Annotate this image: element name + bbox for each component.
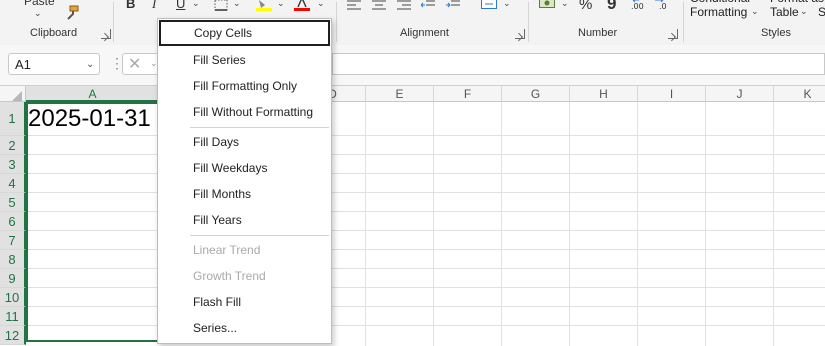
conditional-formatting-button[interactable]: Formatting xyxy=(690,5,747,19)
percent-button[interactable]: % xyxy=(579,0,592,13)
row-header-1[interactable]: 1 xyxy=(0,102,26,136)
select-all-triangle-icon xyxy=(12,91,22,101)
font-color-icon[interactable] xyxy=(294,0,310,14)
row-header-4[interactable]: 4 xyxy=(0,174,26,193)
ribbon-divider xyxy=(683,2,684,42)
column-header-e[interactable]: E xyxy=(366,86,434,102)
menu-item-linear-trend: Linear Trend xyxy=(193,243,261,257)
font-color-chevron-icon[interactable]: ⌄ xyxy=(317,0,325,9)
row-header-6[interactable]: 6 xyxy=(0,212,26,231)
column-header-h[interactable]: H xyxy=(570,86,638,102)
ribbon: Paste ⌄ Clipboard B I U ⌄ ⌄ ⌄ ⌄ ⌄ Alignm… xyxy=(0,0,825,46)
gridline xyxy=(569,102,570,346)
underline-chevron-icon[interactable]: ⌄ xyxy=(192,0,200,9)
menu-item-fill-formatting-only[interactable]: Fill Formatting Only xyxy=(158,73,331,99)
menu-item-copy-cells[interactable]: Copy Cells xyxy=(159,20,330,46)
clipboard-group-label: Clipboard xyxy=(30,27,78,39)
svg-text:.00: .00 xyxy=(631,2,644,10)
clipboard-launcher-icon[interactable] xyxy=(101,29,111,39)
menu-item-fill-series[interactable]: Fill Series xyxy=(158,47,331,73)
column-header-g[interactable]: G xyxy=(502,86,570,102)
cell-a1[interactable]: 2025-01-31 xyxy=(28,102,151,136)
menu-item-fill-without-formatting[interactable]: Fill Without Formatting xyxy=(158,99,331,125)
formula-input[interactable] xyxy=(332,53,825,75)
paste-chevron-icon[interactable]: ⌄ xyxy=(34,8,42,19)
accounting-chevron-icon[interactable]: ⌄ xyxy=(561,0,569,9)
format-painter-icon[interactable] xyxy=(64,5,80,24)
column-header-f[interactable]: F xyxy=(434,86,502,102)
conditional-formatting-chevron-icon[interactable]: ⌄ xyxy=(751,6,759,17)
alignment-launcher-icon[interactable] xyxy=(515,29,525,39)
row-header-12[interactable]: 12 xyxy=(0,326,26,345)
row-header-8[interactable]: 8 xyxy=(0,250,26,269)
gridline xyxy=(773,102,774,346)
gridline xyxy=(705,102,706,346)
menu-item-series[interactable]: Series... xyxy=(158,315,331,341)
italic-button[interactable]: I xyxy=(152,0,156,12)
row-header-10[interactable]: 10 xyxy=(0,288,26,307)
paste-button[interactable]: Paste xyxy=(24,0,55,8)
fill-color-chevron-icon[interactable]: ⌄ xyxy=(277,0,285,9)
bold-button[interactable]: B xyxy=(126,0,135,11)
gridline xyxy=(365,102,366,346)
decrease-indent-icon[interactable] xyxy=(420,0,435,13)
menu-item-flash-fill[interactable]: Flash Fill xyxy=(158,289,331,315)
merge-chevron-icon[interactable]: ⌄ xyxy=(503,0,511,9)
increase-decimal-icon[interactable]: .00 xyxy=(631,0,647,13)
borders-chevron-icon[interactable]: ⌄ xyxy=(233,0,241,9)
alignment-group-label: Alignment xyxy=(400,27,449,39)
menu-item-fill-years[interactable]: Fill Years xyxy=(158,207,331,233)
menu-item-fill-days[interactable]: Fill Days xyxy=(158,129,331,155)
ribbon-divider xyxy=(336,2,337,42)
accounting-format-icon[interactable] xyxy=(539,0,555,12)
menu-separator xyxy=(190,235,329,236)
menu-item-fill-months[interactable]: Fill Months xyxy=(158,181,331,207)
row-header-9[interactable]: 9 xyxy=(0,269,26,288)
merge-center-icon[interactable] xyxy=(481,0,497,13)
align-right-icon[interactable] xyxy=(397,0,411,13)
column-header-k[interactable]: K xyxy=(774,86,825,102)
increase-indent-icon[interactable] xyxy=(446,0,460,13)
column-header-i[interactable]: I xyxy=(638,86,706,102)
fill-color-icon[interactable] xyxy=(256,0,272,14)
svg-text:.0: .0 xyxy=(659,2,667,10)
column-header-a[interactable]: A xyxy=(26,86,160,102)
ribbon-divider xyxy=(528,2,529,42)
ribbon-divider xyxy=(113,2,114,42)
gridline xyxy=(637,102,638,346)
comma-style-button[interactable]: 9 xyxy=(607,0,616,14)
format-as-table-button[interactable]: Table xyxy=(770,5,799,19)
decrease-decimal-icon[interactable]: .0 xyxy=(655,0,671,13)
row-header-5[interactable]: 5 xyxy=(0,193,26,212)
align-center-icon[interactable] xyxy=(372,0,386,13)
number-group-label: Number xyxy=(578,27,618,39)
borders-icon[interactable] xyxy=(214,0,228,14)
selection-range[interactable] xyxy=(26,102,160,342)
format-as-table-chevron-icon[interactable]: ⌄ xyxy=(800,6,808,17)
row-header-11[interactable]: 11 xyxy=(0,307,26,326)
cell-styles-button[interactable]: S xyxy=(818,5,825,19)
gridline xyxy=(433,102,434,346)
underline-button[interactable]: U xyxy=(176,0,185,11)
row-header-7[interactable]: 7 xyxy=(0,231,26,250)
cancel-entry-icon[interactable]: ✕ xyxy=(128,54,141,74)
styles-group-label: Styles xyxy=(761,27,791,39)
menu-item-fill-weekdays[interactable]: Fill Weekdays xyxy=(158,155,331,181)
align-left-icon[interactable] xyxy=(347,0,361,13)
row-header-2[interactable]: 2 xyxy=(0,136,26,155)
number-launcher-icon[interactable] xyxy=(668,29,678,39)
gridline xyxy=(501,102,502,346)
menu-separator xyxy=(190,127,329,128)
menu-item-growth-trend: Growth Trend xyxy=(193,269,266,283)
autofill-context-menu: Copy Cells Fill Series Fill Formatting O… xyxy=(157,18,332,344)
row-header-3[interactable]: 3 xyxy=(0,155,26,174)
name-box-chevron-icon[interactable]: ⌄ xyxy=(86,59,94,70)
column-header-j[interactable]: J xyxy=(706,86,774,102)
